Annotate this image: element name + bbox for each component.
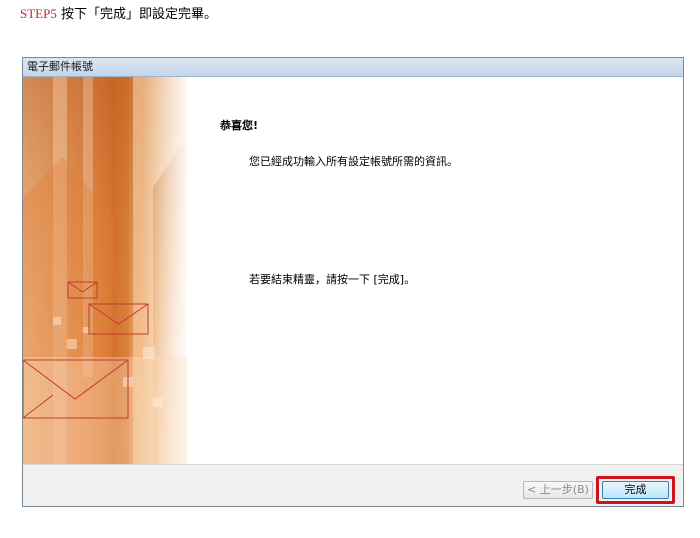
congrats-heading: 恭喜您!	[220, 119, 259, 132]
envelope-art-icon	[23, 77, 187, 464]
wizard-side-illustration	[23, 77, 187, 464]
finish-button[interactable]: 完成	[602, 481, 669, 499]
step-number: STEP5	[20, 6, 57, 21]
window-titlebar: 電子郵件帳號	[23, 58, 683, 77]
step-caption: STEP5 按下「完成」即設定完畢。	[20, 4, 217, 25]
success-message: 您已經成功輸入所有設定帳號所需的資訊。	[249, 155, 458, 168]
back-button[interactable]: < 上一步(B)	[523, 481, 593, 499]
wizard-content: 恭喜您! 您已經成功輸入所有設定帳號所需的資訊。 若要結束精靈，請按一下 [完成…	[187, 77, 683, 464]
window-title: 電子郵件帳號	[27, 60, 93, 73]
step-text: 按下「完成」即設定完畢。	[56, 7, 217, 22]
wizard-footer: < 上一步(B) 完成	[23, 464, 683, 506]
finish-instruction: 若要結束精靈，請按一下 [完成]。	[249, 273, 416, 286]
wizard-window: 電子郵件帳號 恭喜您! 您已經成功輸入所有設定帳號所需的資訊。 若要結束精靈，請…	[22, 57, 684, 507]
